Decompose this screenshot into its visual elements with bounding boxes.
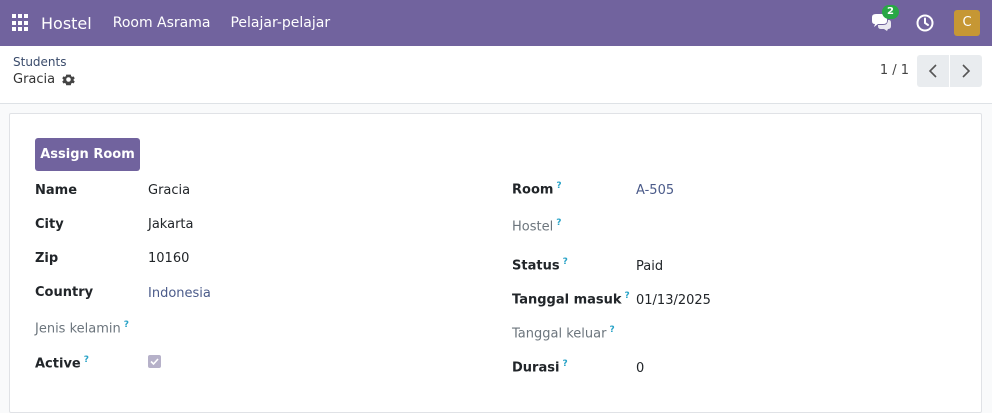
label-durasi-text: Durasi: [512, 360, 560, 376]
field-country[interactable]: Indonesia: [148, 286, 211, 301]
label-active-text: Active: [35, 356, 81, 372]
field-status[interactable]: Paid: [636, 259, 663, 274]
messages-count-badge: 2: [882, 5, 899, 19]
label-room: Room?: [512, 181, 562, 197]
label-tanggal-keluar-text: Tanggal keluar: [512, 326, 607, 342]
label-status: Status?: [512, 257, 568, 273]
help-icon[interactable]: ?: [625, 291, 630, 301]
chevron-left-icon: [928, 64, 937, 78]
label-room-text: Room: [512, 182, 554, 198]
top-navbar: Hostel Room Asrama Pelajar-pelajar 2 C: [0, 0, 992, 46]
label-country: Country: [35, 285, 94, 300]
breadcrumb-students[interactable]: Students: [13, 55, 67, 69]
app-menu-grid-icon[interactable]: [12, 14, 30, 32]
label-name: Name: [35, 183, 78, 198]
chevron-right-icon: [962, 64, 971, 78]
pager-previous-button[interactable]: [917, 55, 949, 87]
user-avatar[interactable]: C: [954, 10, 980, 36]
label-jenis-kelamin: Jenis kelamin?: [35, 320, 129, 336]
pager-value[interactable]: 1 / 1: [880, 63, 909, 78]
field-city[interactable]: Jakarta: [148, 217, 193, 232]
navbar-systray: 2 C: [870, 0, 992, 46]
form-sheet: Assign Room Name Gracia City Jakarta Zip…: [9, 113, 982, 413]
field-room[interactable]: A-505: [636, 183, 674, 198]
pager-next-button[interactable]: [950, 55, 982, 87]
help-icon[interactable]: ?: [563, 257, 568, 267]
menu-pelajar[interactable]: Pelajar-pelajar: [230, 15, 330, 31]
record-name: Gracia: [13, 72, 56, 87]
app-name[interactable]: Hostel: [41, 14, 92, 33]
breadcrumb-current: Gracia: [13, 72, 75, 87]
label-hostel: Hostel?: [512, 218, 561, 234]
messaging-button[interactable]: 2: [870, 5, 899, 34]
label-active: Active?: [35, 355, 89, 371]
label-tanggal-masuk-text: Tanggal masuk: [512, 292, 622, 308]
label-jenis-kelamin-text: Jenis kelamin: [35, 321, 121, 337]
active-checkbox[interactable]: [148, 355, 161, 368]
assign-room-button[interactable]: Assign Room: [35, 138, 140, 171]
help-icon[interactable]: ?: [609, 325, 614, 335]
field-durasi[interactable]: 0: [636, 361, 644, 376]
label-tanggal-keluar: Tanggal keluar?: [512, 325, 615, 341]
field-zip[interactable]: 10160: [148, 251, 189, 266]
label-city: City: [35, 217, 64, 232]
checkmark-icon: [150, 358, 159, 366]
help-icon[interactable]: ?: [84, 355, 89, 365]
activity-clock-icon[interactable]: [916, 14, 934, 32]
help-icon[interactable]: ?: [556, 181, 561, 191]
help-icon[interactable]: ?: [562, 359, 567, 369]
label-durasi: Durasi?: [512, 359, 568, 375]
field-tanggal-masuk[interactable]: 01/13/2025: [636, 293, 711, 308]
label-status-text: Status: [512, 258, 560, 274]
gear-icon[interactable]: [62, 73, 75, 86]
help-icon[interactable]: ?: [556, 218, 561, 228]
help-icon[interactable]: ?: [124, 320, 129, 330]
control-panel: Students Gracia 1 / 1: [0, 46, 992, 104]
field-name[interactable]: Gracia: [148, 183, 190, 198]
label-hostel-text: Hostel: [512, 219, 554, 235]
label-tanggal-masuk: Tanggal masuk?: [512, 291, 630, 307]
menu-room-asrama[interactable]: Room Asrama: [113, 15, 211, 31]
label-zip: Zip: [35, 251, 59, 266]
